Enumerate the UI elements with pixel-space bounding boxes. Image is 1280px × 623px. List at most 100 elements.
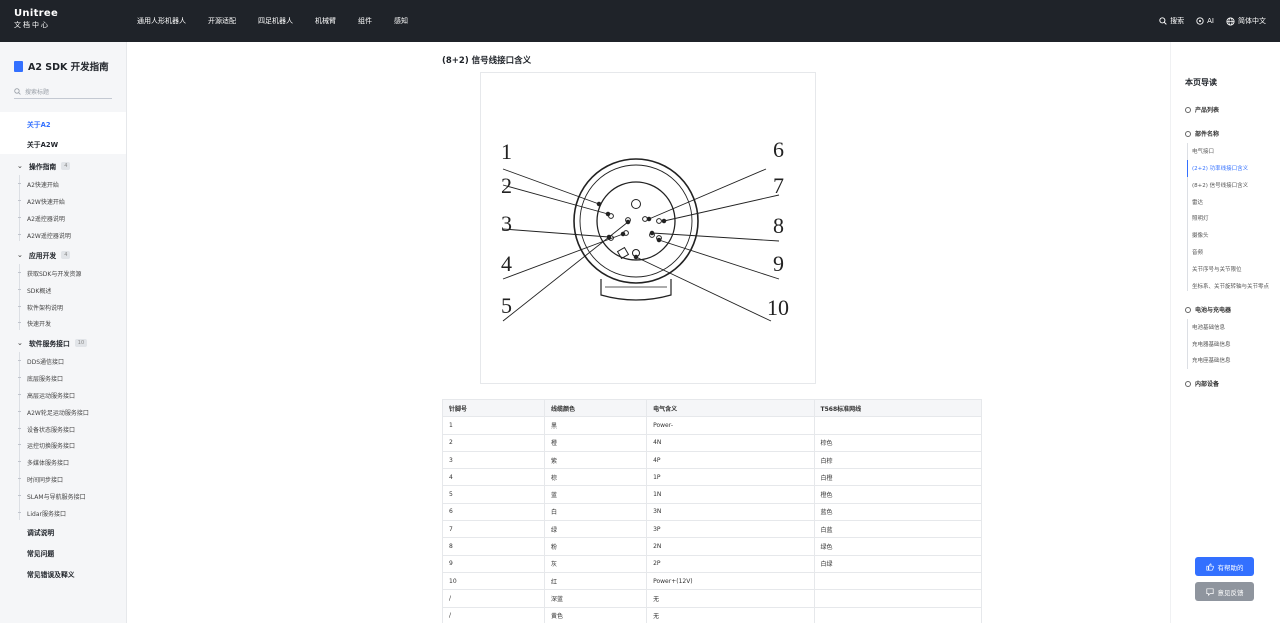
toc-active-indicator — [1187, 160, 1188, 177]
table-cell: 4P — [646, 450, 815, 470]
figure-label-10: 10 — [767, 295, 789, 320]
toc-item[interactable]: (8+2) 信号线接口含义 — [1192, 181, 1248, 189]
ai-label: AI — [1207, 17, 1214, 25]
tree-line — [19, 264, 20, 330]
table-cell: 4N — [646, 433, 815, 452]
group-label: 应用开发 — [29, 252, 57, 260]
sidebar-item[interactable]: 设备状态服务接口 — [18, 425, 126, 434]
nav-arm[interactable]: 机械臂 — [315, 16, 336, 26]
helpful-button[interactable]: 有帮助的 — [1195, 557, 1254, 576]
table-row: 2 橙 4N 棕色 — [441, 433, 983, 452]
connector-diagram-svg: 1 2 3 4 5 6 7 8 9 10 — [501, 137, 789, 322]
toc-item[interactable]: 照明灯 — [1192, 214, 1209, 222]
sidebar-item[interactable]: 时间同步接口 — [18, 475, 126, 484]
table-row: / 黄色无 — [441, 606, 983, 623]
main-content: (8+2) 信号线接口含义 1 2 3 4 5 6 7 8 9 10 针脚号 线… — [127, 42, 1170, 623]
ai-icon — [1196, 17, 1204, 25]
table-cell: 紫 — [544, 450, 648, 470]
toc-item-part-names[interactable]: 部件名称 — [1185, 129, 1219, 138]
toc-title: 本页导读 — [1185, 78, 1217, 87]
sidebar-item[interactable]: 快速开发 — [18, 319, 126, 328]
sidebar-item[interactable]: SLAM与导航服务接口 — [18, 492, 126, 501]
chevron-down-icon: ⌄ — [17, 162, 23, 170]
sidebar-item[interactable]: SDK概述 — [18, 286, 126, 295]
language-switcher[interactable]: 简体中文 — [1226, 16, 1266, 26]
nav-perception[interactable]: 感知 — [394, 16, 408, 26]
sidebar-item-faq[interactable]: 常见问题 — [27, 548, 126, 558]
toc-item[interactable]: 充电座基础信息 — [1192, 356, 1231, 364]
toc-item-battery[interactable]: 电池与充电器 — [1185, 305, 1231, 314]
sidebar-item-errors[interactable]: 常见错误及释义 — [27, 569, 126, 579]
table-cell: 白蓝 — [813, 520, 983, 539]
top-bar: Unitree 文档中心 通用人形机器人 开源适配 四足机器人 机械臂 组件 感… — [0, 0, 1280, 42]
feedback-button[interactable]: 意见反馈 — [1195, 582, 1254, 601]
sidebar-item[interactable]: 获取SDK与开发资源 — [18, 269, 126, 278]
table-cell: / — [441, 589, 546, 608]
figure-label-8: 8 — [773, 213, 784, 238]
sidebar-item-about-a2w[interactable]: 关于A2W — [27, 139, 126, 149]
table-row: 7 绿 3P 白蓝 — [441, 520, 983, 539]
sidebar-item-debug[interactable]: 调试说明 — [27, 527, 126, 537]
table-row: 9 灰 2P 白绿 — [441, 554, 983, 573]
toc-item-product-list[interactable]: 产品列表 — [1185, 105, 1219, 114]
sidebar-group-operation[interactable]: ⌄ 操作指南 4 — [17, 161, 126, 171]
tree-line — [19, 175, 20, 241]
table-header: 针脚号 — [441, 398, 546, 418]
sidebar-search-input[interactable]: 搜索标题 — [14, 85, 112, 99]
search-label: 搜索 — [1170, 17, 1185, 25]
toc-item[interactable]: 充电器基础信息 — [1192, 340, 1231, 348]
sidebar-item[interactable]: DDS通信接口 — [18, 357, 126, 366]
table-header: 电气含义 — [646, 398, 815, 418]
table-header: T568标准网线 — [813, 398, 983, 418]
nav-quadruped[interactable]: 四足机器人 — [258, 16, 293, 26]
table-cell: 棕 — [544, 468, 648, 487]
sidebar-group-app-dev[interactable]: ⌄ 应用开发 4 — [17, 250, 126, 260]
toc-item[interactable]: 雷达 — [1192, 198, 1203, 206]
sidebar-item[interactable]: A2遥控器说明 — [18, 214, 126, 223]
sidebar-item[interactable]: Lidar服务接口 — [18, 509, 126, 518]
nav-humanoid[interactable]: 通用人形机器人 — [137, 16, 186, 26]
nav-components[interactable]: 组件 — [358, 16, 372, 26]
table-cell: 无 — [646, 589, 815, 608]
table-header: 线缆颜色 — [544, 398, 648, 418]
sidebar-item[interactable]: 运控切换服务接口 — [18, 441, 126, 450]
logo[interactable]: Unitree 文档中心 — [14, 9, 58, 29]
sidebar-item[interactable]: A2W遥控器说明 — [18, 231, 126, 240]
group-label: 操作指南 — [29, 163, 57, 171]
toc-item[interactable]: 摄像头 — [1192, 231, 1209, 239]
search-button[interactable]: 搜索 — [1159, 16, 1184, 26]
table-cell: 白 — [544, 502, 648, 522]
sidebar-item[interactable]: 软件架构说明 — [18, 303, 126, 312]
count-badge: 4 — [61, 162, 71, 170]
table-cell: 3N — [646, 502, 815, 522]
table-cell: 白橙 — [813, 468, 983, 487]
connector-outer-ring — [573, 158, 699, 284]
sidebar-item-about-a2[interactable]: 关于A2 — [27, 119, 126, 129]
sidebar-item[interactable]: A2W轮足运动服务接口 — [18, 408, 126, 417]
toc-item[interactable]: 关节序号与关节限位 — [1192, 265, 1242, 273]
globe-icon — [1226, 16, 1235, 26]
ai-button[interactable]: AI — [1196, 17, 1214, 25]
toc-item[interactable]: 电气接口 — [1192, 147, 1214, 155]
figure-label-1: 1 — [501, 139, 512, 164]
sidebar-item[interactable]: 高层运动服务接口 — [18, 391, 126, 400]
toc-item[interactable]: 坐标系、关节旋转轴与关节零点 — [1192, 282, 1269, 290]
sidebar-item[interactable]: 底层服务接口 — [18, 374, 126, 383]
table-row: 3 紫 4P 白棕 — [441, 450, 983, 470]
nav-open-source[interactable]: 开源适配 — [208, 16, 236, 26]
toc-item-internal[interactable]: 内部设备 — [1185, 379, 1219, 388]
top-right-tools: 搜索 AI 简体中文 — [1147, 0, 1266, 42]
table-cell — [813, 416, 983, 435]
sidebar-item[interactable]: A2快速开始 — [18, 180, 126, 189]
search-icon — [1159, 17, 1167, 25]
count-badge: 10 — [74, 339, 88, 347]
toc-item[interactable]: 电池基础信息 — [1192, 323, 1225, 331]
sidebar-item[interactable]: 多媒体服务接口 — [18, 458, 126, 467]
table-cell: 蓝色 — [813, 502, 983, 522]
toc-item[interactable]: 音频 — [1192, 248, 1203, 256]
toc-item-active[interactable]: (2+2) 功率线接口含义 — [1192, 164, 1248, 172]
table-row: 5 蓝 1N 橙色 — [441, 485, 983, 504]
sidebar-group-services[interactable]: ⌄ 软件服务接口 10 — [17, 338, 126, 348]
sidebar-item[interactable]: A2W快速开始 — [18, 197, 126, 206]
table-cell: 1P — [646, 468, 815, 487]
